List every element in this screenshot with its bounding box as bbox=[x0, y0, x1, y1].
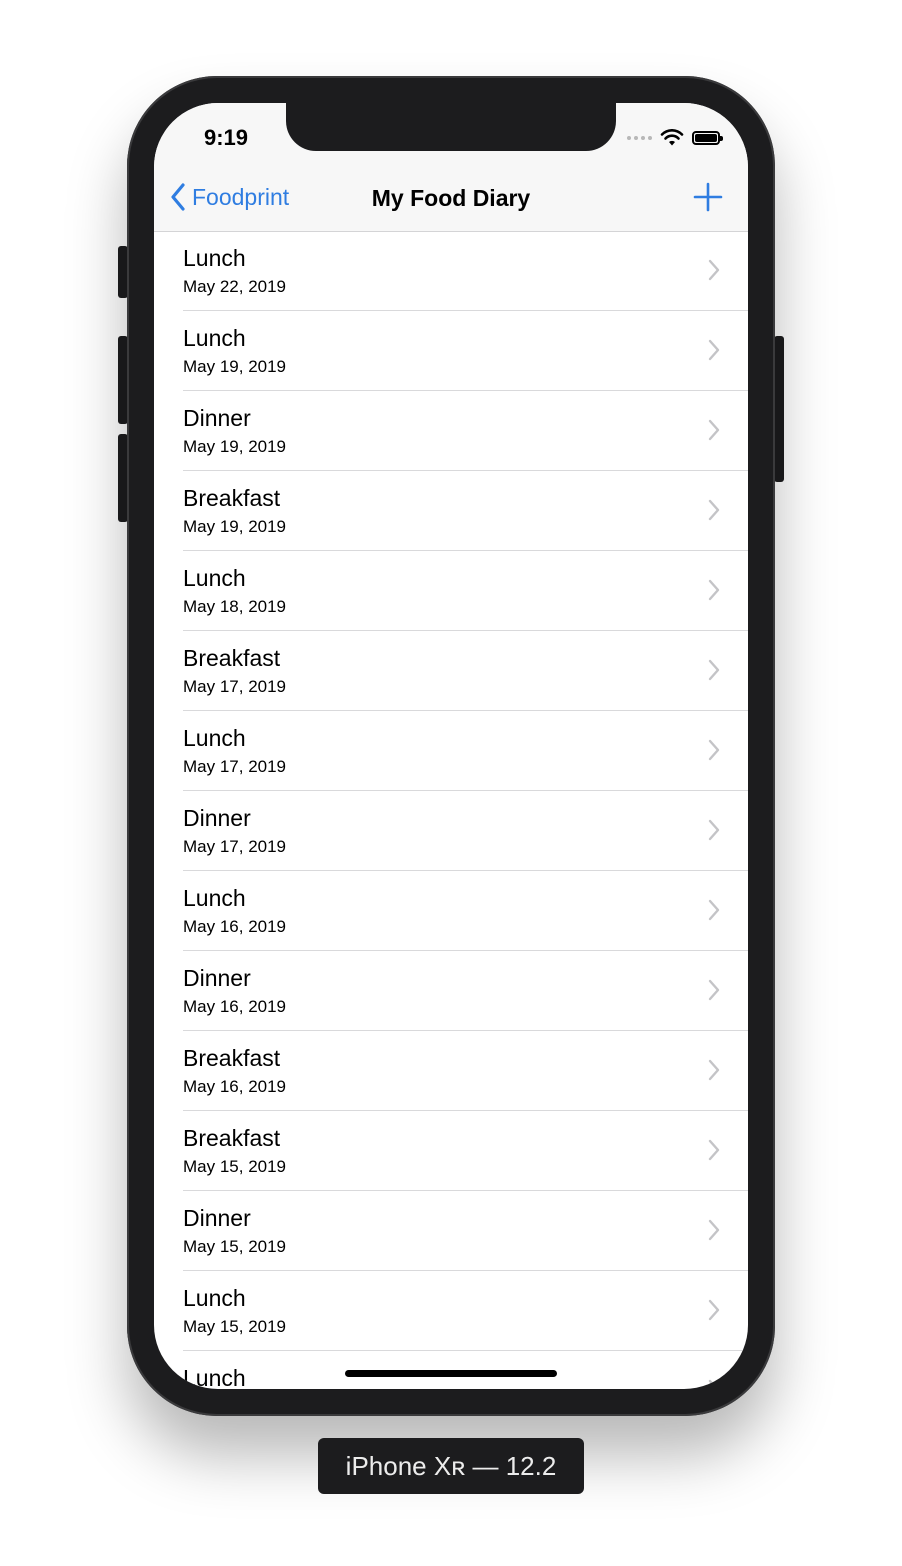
meal-title: Breakfast bbox=[183, 1045, 281, 1071]
chevron-right-icon bbox=[708, 819, 720, 841]
chevron-right-icon bbox=[708, 579, 720, 601]
list-item[interactable]: Breakfast May 15, 2019 bbox=[154, 1111, 748, 1191]
meal-title: Lunch bbox=[183, 565, 246, 591]
chevron-right-icon bbox=[708, 339, 720, 361]
home-indicator[interactable] bbox=[345, 1370, 557, 1377]
status-icons bbox=[627, 129, 723, 147]
chevron-right-icon bbox=[708, 979, 720, 1001]
meal-date: May 16, 2019 bbox=[183, 997, 287, 1016]
list-item[interactable]: Dinner May 16, 2019 bbox=[154, 951, 748, 1031]
meal-title: Lunch bbox=[183, 885, 246, 911]
list-item[interactable]: Dinner May 17, 2019 bbox=[154, 791, 748, 871]
chevron-right-icon bbox=[708, 899, 720, 921]
power-button bbox=[774, 336, 784, 482]
chevron-right-icon bbox=[708, 419, 720, 441]
meal-date: May 15, 2019 bbox=[183, 1317, 287, 1336]
meal-title: Dinner bbox=[183, 1205, 251, 1231]
meal-date: May 17, 2019 bbox=[183, 757, 287, 776]
chevron-right-icon bbox=[708, 1219, 720, 1241]
meal-title: Lunch bbox=[183, 1285, 246, 1311]
wifi-icon bbox=[660, 129, 684, 146]
list-item[interactable]: Lunch May 19, 2019 bbox=[154, 311, 748, 391]
navigation-bar: Foodprint My Food Diary bbox=[154, 155, 748, 232]
list-item[interactable]: Breakfast May 16, 2019 bbox=[154, 1031, 748, 1111]
chevron-right-icon bbox=[708, 659, 720, 681]
list-item[interactable]: Lunch May 22, 2019 bbox=[154, 231, 748, 311]
meal-date: May 19, 2019 bbox=[183, 357, 287, 376]
meal-title: Dinner bbox=[183, 405, 251, 431]
list-item[interactable]: Dinner May 19, 2019 bbox=[154, 391, 748, 471]
chevron-right-icon bbox=[708, 1299, 720, 1321]
meal-date: May 19, 2019 bbox=[183, 437, 287, 456]
battery-icon bbox=[692, 131, 723, 145]
cellular-signal-icon bbox=[627, 136, 652, 140]
page-title: My Food Diary bbox=[371, 185, 531, 211]
status-time: 9:19 bbox=[204, 125, 249, 150]
meal-date: May 15, 2019 bbox=[183, 1157, 287, 1176]
meal-title: Breakfast bbox=[183, 645, 281, 671]
chevron-right-icon bbox=[708, 499, 720, 521]
meal-title: Breakfast bbox=[183, 1125, 281, 1151]
list-item[interactable]: Breakfast May 19, 2019 bbox=[154, 471, 748, 551]
chevron-right-icon bbox=[708, 1379, 719, 1389]
meal-date: May 17, 2019 bbox=[183, 837, 287, 856]
meal-title: Lunch bbox=[183, 1365, 246, 1389]
device-label: iPhone Xʀ — 12.2 bbox=[318, 1438, 584, 1494]
meal-title: Dinner bbox=[183, 965, 251, 991]
meal-title: Dinner bbox=[183, 805, 251, 831]
meal-title: Lunch bbox=[183, 325, 246, 351]
chevron-right-icon bbox=[708, 1139, 720, 1161]
meal-title: Breakfast bbox=[183, 485, 281, 511]
meal-date: May 15, 2019 bbox=[183, 1237, 287, 1256]
chevron-right-icon bbox=[708, 1059, 720, 1081]
add-entry-button[interactable] bbox=[692, 181, 724, 213]
meal-title: Lunch bbox=[183, 245, 246, 271]
meal-date: May 17, 2019 bbox=[183, 677, 287, 696]
list-item[interactable]: Dinner May 15, 2019 bbox=[154, 1191, 748, 1271]
meal-date: May 16, 2019 bbox=[183, 917, 287, 936]
list-item[interactable]: Lunch May 16, 2019 bbox=[154, 871, 748, 951]
chevron-right-icon bbox=[708, 259, 720, 281]
list-item[interactable]: Lunch May 15, 2019 bbox=[154, 1271, 748, 1351]
meal-date: May 19, 2019 bbox=[183, 517, 287, 536]
food-diary-list: Lunch May 22, 2019 Lunch May 19, 2019 Dinner… bbox=[154, 231, 748, 1389]
list-item[interactable]: Lunch May 17, 2019 bbox=[154, 711, 748, 791]
meal-date: May 16, 2019 bbox=[183, 1077, 287, 1096]
meal-date: May 22, 2019 bbox=[183, 277, 287, 296]
meal-title: Lunch bbox=[183, 725, 246, 751]
simulator-stage: 9:19 Foodprint My Food Diary Lunch May 2… bbox=[0, 0, 902, 1566]
list-item[interactable]: Lunch May 18, 2019 bbox=[154, 551, 748, 631]
notch bbox=[286, 103, 616, 151]
list-item[interactable]: Breakfast May 17, 2019 bbox=[154, 631, 748, 711]
meal-date: May 18, 2019 bbox=[183, 597, 287, 616]
device-screen: 9:19 Foodprint My Food Diary Lunch May 2… bbox=[154, 103, 748, 1389]
chevron-right-icon bbox=[708, 739, 720, 761]
